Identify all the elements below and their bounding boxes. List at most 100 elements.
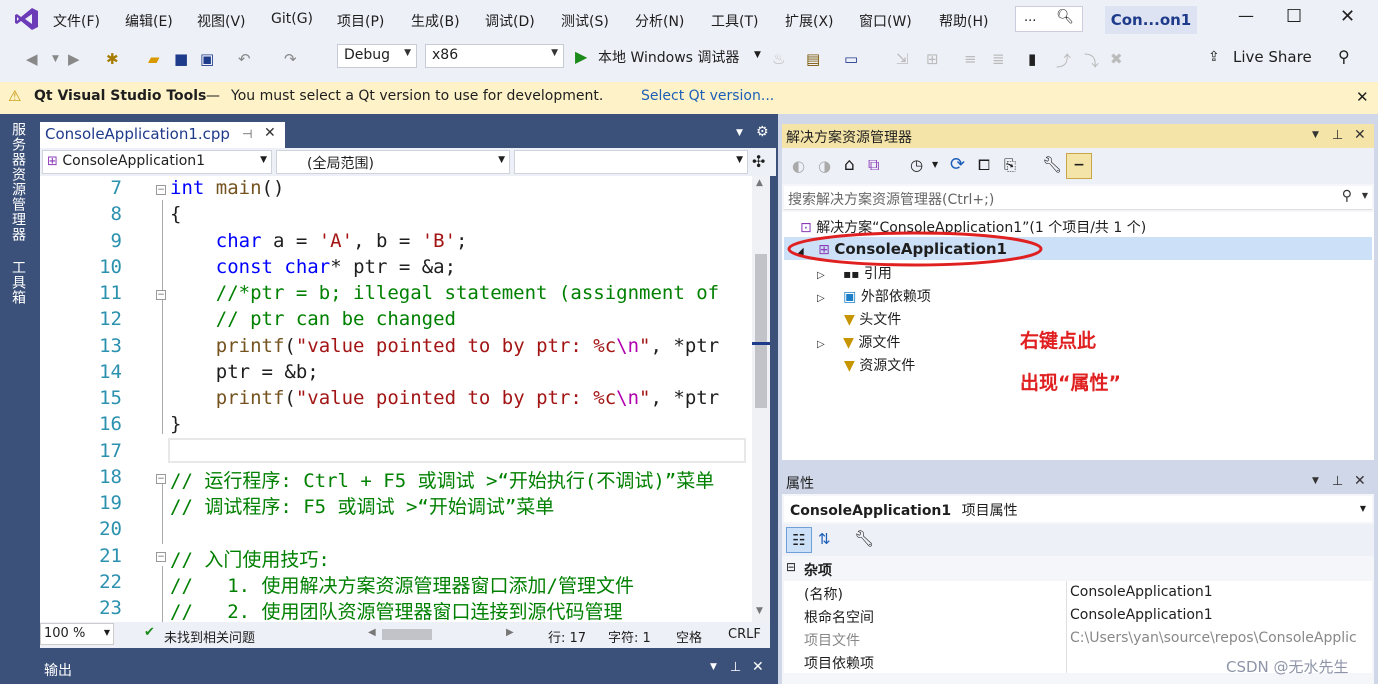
open-folder-icon[interactable]: ▰: [148, 50, 160, 68]
select-qt-version-link[interactable]: Select Qt version...: [641, 88, 774, 104]
live-share-button[interactable]: Live Share: [1233, 48, 1312, 66]
collapsed-arrow-icon[interactable]: ▷: [817, 270, 825, 281]
switch-view-icon[interactable]: ⧉: [868, 155, 879, 175]
pin-icon[interactable]: ⊥: [730, 660, 741, 675]
split-editor-icon[interactable]: ✣: [752, 152, 765, 171]
close-window-icon[interactable]: ✕: [1340, 6, 1355, 27]
window-menu-icon[interactable]: ▼: [1312, 476, 1319, 486]
close-tab-icon[interactable]: ✕: [264, 125, 276, 141]
categorized-icon[interactable]: ☷: [786, 527, 812, 553]
window-menu-icon[interactable]: ▼: [1312, 130, 1319, 140]
menu-build[interactable]: 生成(B): [411, 11, 460, 31]
sync-icon[interactable]: ⟳: [950, 154, 965, 175]
server-explorer-tab[interactable]: 服务器资源管理器: [8, 122, 28, 242]
back-icon[interactable]: ◐: [792, 157, 805, 175]
feedback-icon[interactable]: ⚲: [1338, 47, 1350, 66]
window-menu-icon[interactable]: ▼: [710, 662, 717, 672]
maximize-icon[interactable]: ☐: [1286, 6, 1302, 27]
zoom-dropdown[interactable]: 100 % ▼: [40, 623, 114, 645]
menu-analyze[interactable]: 分析(N): [635, 11, 684, 31]
live-share-icon[interactable]: ⇪: [1208, 49, 1220, 65]
start-debugger-button[interactable]: 本地 Windows 调试器: [598, 47, 739, 67]
visual-studio-logo-icon[interactable]: [14, 6, 40, 32]
play-icon[interactable]: ▶: [575, 47, 587, 66]
solution-search-input[interactable]: 搜索解决方案资源管理器(Ctrl+;) ⚲ ▼: [784, 186, 1372, 210]
menu-git[interactable]: Git(G): [271, 11, 313, 27]
member-nav-dropdown[interactable]: ▼: [514, 150, 748, 174]
collapse-category-icon[interactable]: ⊟: [786, 560, 796, 574]
step-icon[interactable]: ⇲: [896, 50, 909, 68]
scrollbar-thumb[interactable]: [755, 254, 767, 408]
settings-gear-icon[interactable]: ⚙: [756, 124, 769, 140]
show-all-files-icon[interactable]: ⎘: [1004, 156, 1016, 174]
minimize-icon[interactable]: —: [1238, 6, 1254, 25]
tab-list-dropdown-icon[interactable]: ▼: [736, 128, 743, 138]
new-project-icon[interactable]: ✱: [106, 50, 119, 68]
tree-item-external-deps[interactable]: ▷ ▣ 外部依赖项: [817, 286, 931, 306]
close-icon[interactable]: ✕: [752, 659, 764, 675]
menu-view[interactable]: 视图(V): [197, 11, 246, 31]
uncomment-icon[interactable]: ≣: [992, 50, 1005, 68]
menu-tools[interactable]: 工具(T): [711, 11, 758, 31]
output-panel-header[interactable]: 输出 ▼ ⊥ ✕: [40, 656, 772, 684]
editor-vertical-scrollbar[interactable]: ▲ ▼: [752, 176, 770, 622]
undo-icon[interactable]: ↶: [238, 50, 251, 68]
collapsed-arrow-icon[interactable]: ▷: [817, 293, 825, 304]
find-in-files-icon[interactable]: ▤: [806, 50, 820, 68]
menu-debug[interactable]: 调试(D): [485, 11, 535, 31]
collapse-all-icon[interactable]: ⧠: [978, 156, 990, 174]
close-icon[interactable]: ✕: [1354, 473, 1366, 489]
menu-project[interactable]: 项目(P): [337, 11, 384, 31]
tree-item-resource-files[interactable]: ▼ 资源文件: [844, 355, 915, 375]
forward-icon[interactable]: ◑: [818, 157, 831, 175]
clear-bookmarks-icon[interactable]: ✖: [1110, 50, 1123, 68]
scroll-right-icon[interactable]: ▶: [506, 627, 514, 638]
debugger-dropdown-icon[interactable]: ▼: [754, 50, 761, 60]
search-box[interactable]: ... 🔍︎: [1015, 6, 1083, 32]
fold-toggle-icon[interactable]: −: [156, 474, 166, 484]
back-dropdown-icon[interactable]: ▼: [52, 54, 59, 64]
close-icon[interactable]: ✕: [1354, 127, 1366, 143]
forward-icon[interactable]: ▶︎: [68, 50, 80, 68]
scroll-left-icon[interactable]: ◀: [368, 627, 376, 638]
save-all-icon[interactable]: ▣: [200, 50, 214, 68]
menu-help[interactable]: 帮助(H): [939, 11, 988, 31]
redo-icon[interactable]: ↷: [284, 50, 297, 68]
save-icon[interactable]: ■: [174, 50, 188, 68]
object-selector-dropdown[interactable]: ConsoleApplication1 项目属性 ▼: [784, 496, 1372, 522]
menu-test[interactable]: 测试(S): [561, 11, 609, 31]
issues-status[interactable]: 未找到相关问题: [164, 627, 255, 646]
category-misc[interactable]: ⊟ 杂项: [784, 558, 1372, 580]
fold-toggle-icon[interactable]: −: [156, 185, 166, 195]
pin-icon[interactable]: ⊣: [242, 127, 252, 141]
tab-consoleapplication1-cpp[interactable]: ConsoleApplication1.cpp ⊣ ✕: [40, 122, 285, 148]
property-pages-icon[interactable]: 🔧︎: [854, 529, 874, 548]
tree-item-source-files[interactable]: ▷ ▼ 源文件: [817, 332, 900, 352]
comment-icon[interactable]: ≡: [964, 50, 977, 68]
layout-icon[interactable]: ⊞: [926, 50, 939, 68]
project-nav-dropdown[interactable]: ⊞ ConsoleApplication1 ▼: [42, 150, 272, 174]
properties-wrench-icon[interactable]: 🔧︎: [1042, 155, 1062, 174]
property-row[interactable]: (名称) ConsoleApplication1: [784, 581, 1372, 604]
configuration-dropdown[interactable]: Debug ▼: [337, 44, 417, 68]
close-info-icon[interactable]: ✕: [1356, 88, 1369, 106]
prev-bookmark-icon[interactable]: ⤴: [1056, 50, 1071, 71]
bookmark-icon[interactable]: ▮: [1028, 50, 1036, 68]
pending-changes-icon[interactable]: ◷: [910, 156, 923, 174]
property-value[interactable]: ConsoleApplication1: [1070, 584, 1213, 600]
scroll-down-icon[interactable]: ▼: [756, 606, 763, 616]
menu-edit[interactable]: 编辑(E): [125, 11, 173, 31]
menu-extensions[interactable]: 扩展(X): [785, 11, 834, 31]
hot-reload-icon[interactable]: ♨: [772, 50, 785, 68]
back-icon[interactable]: ◀︎: [26, 50, 38, 68]
property-value[interactable]: ConsoleApplication1: [1070, 607, 1213, 623]
fold-toggle-icon[interactable]: −: [156, 552, 166, 562]
horizontal-scrollbar-thumb[interactable]: [382, 629, 432, 640]
next-bookmark-icon[interactable]: ⤵: [1084, 50, 1099, 71]
screen-icon[interactable]: ▭: [844, 50, 858, 68]
scroll-up-icon[interactable]: ▲: [756, 178, 763, 188]
preview-selected-icon[interactable]: −: [1066, 153, 1092, 179]
scope-nav-dropdown[interactable]: (全局范围) ▼: [276, 150, 510, 174]
tree-item-header-files[interactable]: ▼ 头文件: [844, 309, 901, 329]
pin-icon[interactable]: ⊥: [1332, 128, 1343, 143]
